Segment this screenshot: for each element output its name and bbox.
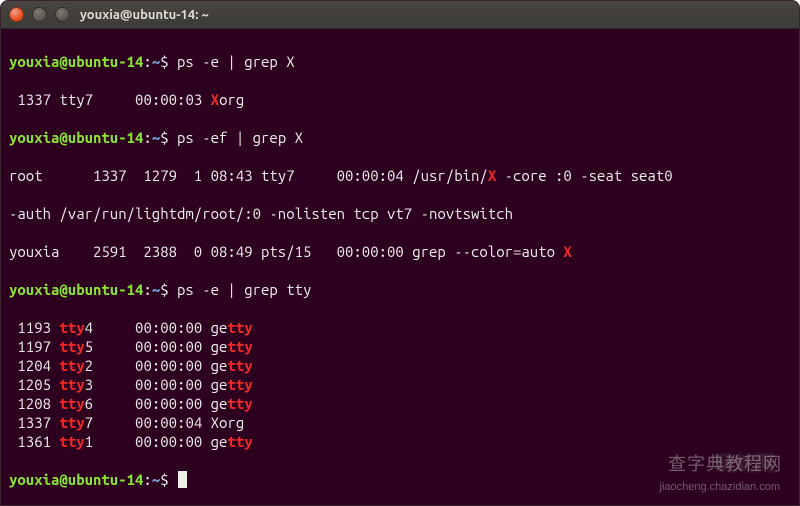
- prompt-line: youxia@ubuntu-14:~$: [9, 470, 791, 489]
- grep-highlight: X: [211, 91, 219, 108]
- prompt-path: ~: [152, 53, 160, 70]
- grep-highlight: tty: [59, 319, 84, 336]
- grep-highlight: tty: [227, 357, 252, 374]
- output-row: 1208 tty6 00:00:00 getty: [9, 394, 791, 413]
- output-row: 1337 tty7 00:00:03 Xorg: [9, 90, 791, 109]
- output-row: -auth /var/run/lightdm/root/:0 -nolisten…: [9, 204, 791, 223]
- command-text: ps -e | grep tty: [177, 281, 311, 298]
- grep-highlight: tty: [59, 338, 84, 355]
- grep-highlight: tty: [59, 357, 84, 374]
- grep-highlight: X: [488, 167, 496, 184]
- grep-highlight: tty: [59, 376, 84, 393]
- grep-highlight: tty: [59, 433, 84, 450]
- window-titlebar: youxia@ubuntu-14: ~: [1, 1, 799, 29]
- grep-highlight: tty: [227, 319, 252, 336]
- minimize-icon[interactable]: [32, 7, 47, 22]
- grep-highlight: X: [563, 243, 571, 260]
- cursor-icon: [178, 471, 187, 488]
- grep-highlight: tty: [59, 414, 84, 431]
- output-row: 1197 tty5 00:00:00 getty: [9, 337, 791, 356]
- close-icon[interactable]: [9, 7, 24, 22]
- grep-highlight: tty: [59, 395, 84, 412]
- grep-highlight: tty: [227, 395, 252, 412]
- command-text: ps -e | grep X: [177, 53, 295, 70]
- grep-highlight: tty: [227, 338, 252, 355]
- output-row: youxia 2591 2388 0 08:49 pts/15 00:00:00…: [9, 242, 791, 261]
- terminal-output[interactable]: youxia@ubuntu-14:~$ ps -e | grep X 1337 …: [1, 29, 799, 506]
- maximize-icon[interactable]: [55, 7, 70, 22]
- output-row: 1337 tty7 00:00:04 Xorg: [9, 413, 791, 432]
- window-controls: [9, 7, 70, 22]
- window-title: youxia@ubuntu-14: ~: [80, 8, 209, 22]
- output-row: 1193 tty4 00:00:00 getty: [9, 318, 791, 337]
- terminal-window: youxia@ubuntu-14: ~ youxia@ubuntu-14:~$ …: [0, 0, 800, 506]
- grep-highlight: tty: [227, 433, 252, 450]
- prompt-user: youxia@ubuntu-14: [9, 53, 143, 70]
- prompt-line: youxia@ubuntu-14:~$ ps -e | grep tty: [9, 280, 791, 299]
- output-row: 1361 tty1 00:00:00 getty: [9, 432, 791, 451]
- prompt-line: youxia@ubuntu-14:~$ ps -e | grep X: [9, 52, 791, 71]
- prompt-line: youxia@ubuntu-14:~$ ps -ef | grep X: [9, 128, 791, 147]
- output-row: 1204 tty2 00:00:00 getty: [9, 356, 791, 375]
- grep-highlight: tty: [227, 376, 252, 393]
- output-row: 1205 tty3 00:00:00 getty: [9, 375, 791, 394]
- command-text: ps -ef | grep X: [177, 129, 303, 146]
- output-row: root 1337 1279 1 08:43 tty7 00:00:04 /us…: [9, 166, 791, 185]
